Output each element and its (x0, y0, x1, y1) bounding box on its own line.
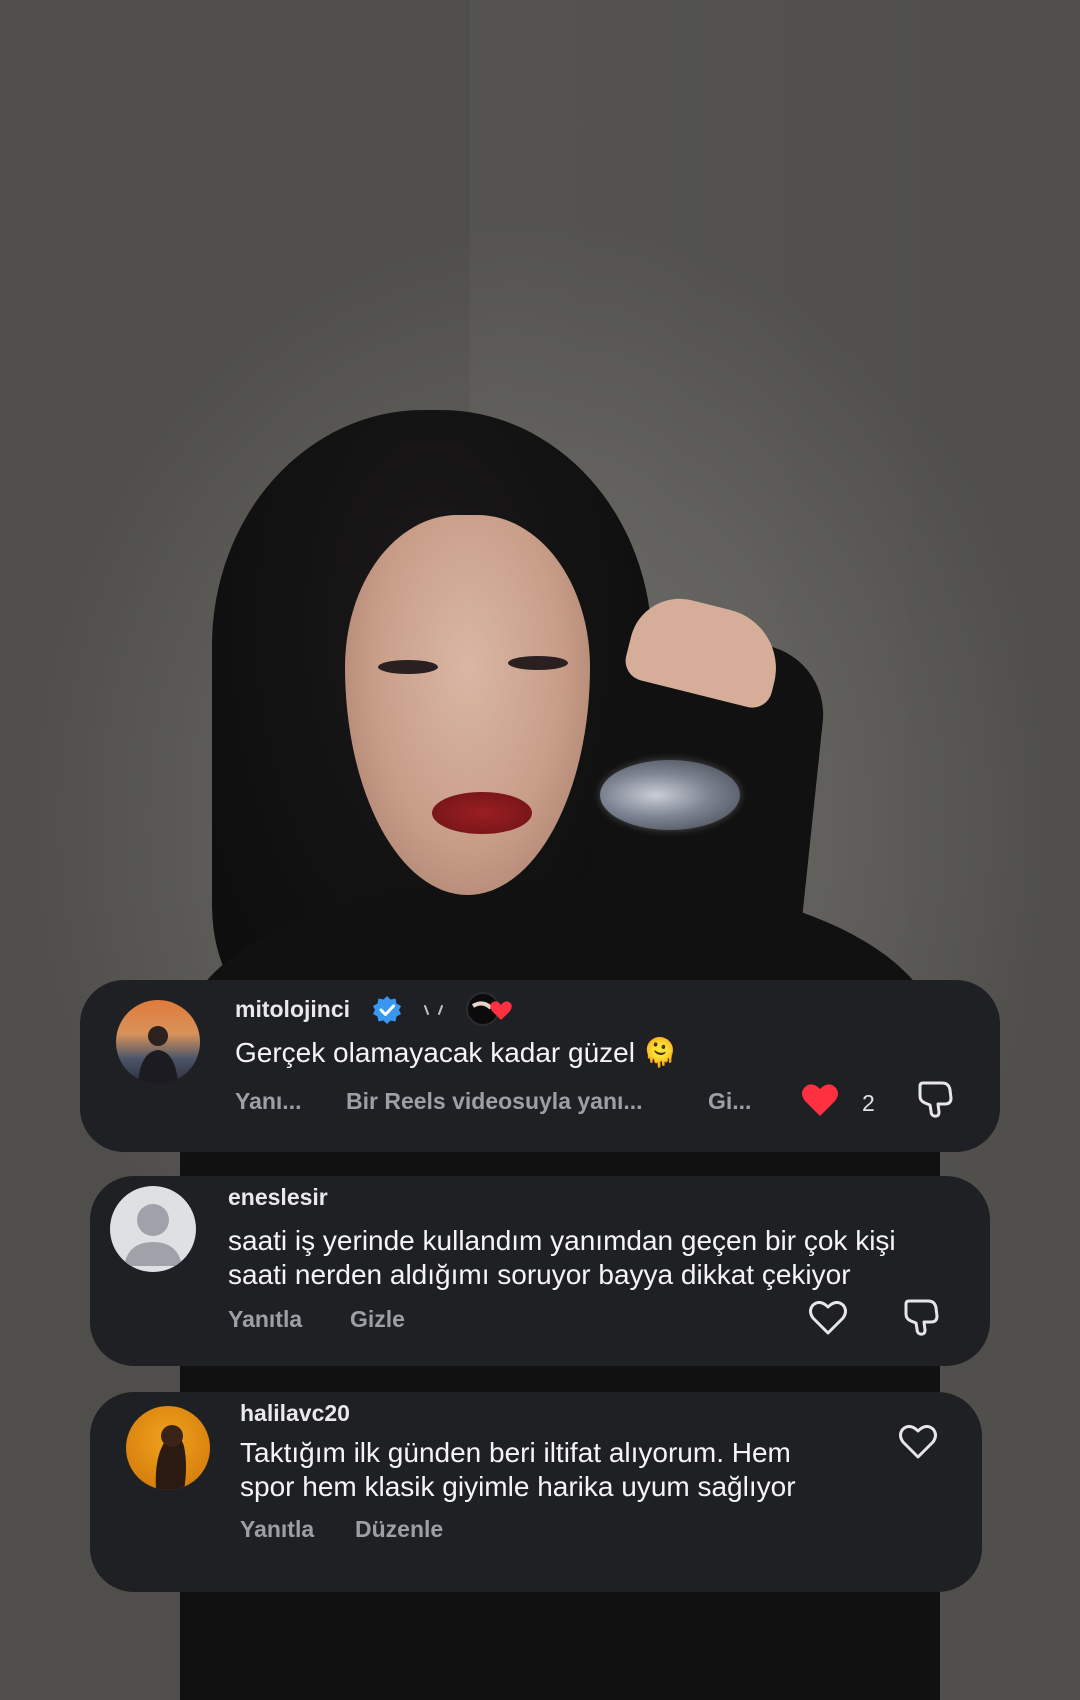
comment-username[interactable]: mitolojinci (235, 996, 350, 1023)
avatar-heart-reaction-icon (465, 990, 517, 1033)
reply-button[interactable]: Yanıtla (228, 1306, 302, 1333)
subject-left-eye (378, 660, 438, 674)
wristwatch (600, 760, 740, 830)
comment-text-line: Taktığım ilk günden beri iltifat alıyoru… (240, 1437, 791, 1468)
verified-badge-icon (372, 995, 402, 1030)
subject-right-eye (508, 656, 568, 670)
comment-text: Taktığım ilk günden beri iltifat alıyoru… (240, 1436, 796, 1504)
like-count: 2 (862, 1090, 875, 1116)
comment-card-1: mitolojinci Gerçek olamayacak kadar güze… (80, 980, 1000, 1152)
user-avatar[interactable] (116, 1000, 200, 1084)
reply-with-reels-button[interactable]: Bir Reels videosuyla yanı... (346, 1088, 643, 1115)
sparkle-icon (422, 1002, 448, 1023)
subject-lips (432, 792, 532, 834)
reply-button[interactable]: Yanı... (235, 1088, 301, 1115)
comment-username[interactable]: eneslesir (228, 1184, 328, 1211)
default-avatar-icon[interactable] (110, 1186, 196, 1272)
heart-outline-icon[interactable] (898, 1424, 938, 1465)
hide-button[interactable]: Gizle (350, 1306, 405, 1333)
comment-text: saati iş yerinde kullandım yanımdan geçe… (228, 1224, 896, 1292)
comment-card-2: eneslesir saati iş yerinde kullandım yan… (90, 1176, 990, 1366)
heart-outline-icon[interactable] (808, 1300, 848, 1341)
user-avatar[interactable] (126, 1406, 210, 1490)
heart-filled-icon[interactable] (800, 1082, 840, 1123)
comment-text-line: spor hem klasik giyimle harika uyum sağl… (240, 1471, 796, 1502)
comment-card-3: halilavc20 Taktığım ilk günden beri ilti… (90, 1392, 982, 1592)
comment-text-line: saati iş yerinde kullandım yanımdan geçe… (228, 1225, 896, 1256)
comment-text-line: saati nerden aldığımı soruyor bayya dikk… (228, 1259, 851, 1290)
hide-button[interactable]: Gi... (708, 1088, 751, 1115)
comment-text: Gerçek olamayacak kadar güzel 🫠 (235, 1037, 678, 1068)
reply-button[interactable]: Yanıtla (240, 1516, 314, 1543)
comment-username[interactable]: halilavc20 (240, 1400, 350, 1427)
dislike-icon[interactable] (902, 1298, 940, 1343)
edit-button[interactable]: Düzenle (355, 1516, 443, 1543)
dislike-icon[interactable] (916, 1080, 954, 1125)
